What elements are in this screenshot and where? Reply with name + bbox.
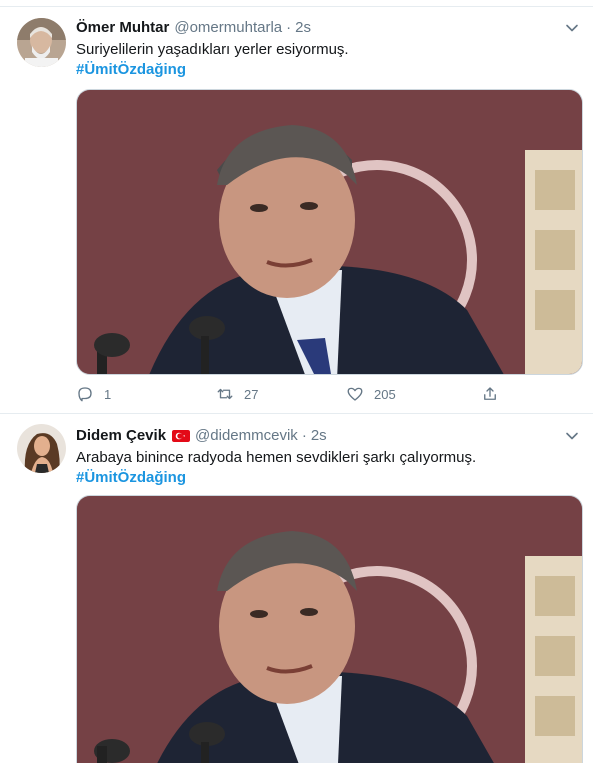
hashtag-link[interactable]: #ÜmitÖzdağing — [76, 60, 186, 80]
author-handle[interactable]: @omermuhtarla — [174, 19, 282, 36]
separator-dot: · — [286, 19, 292, 36]
tweet-media[interactable] — [76, 495, 583, 763]
retweet-icon — [217, 388, 233, 400]
tweet[interactable]: Ömer Muhtar @omermuhtarla · 2s Suriyelil… — [0, 7, 593, 414]
avatar[interactable] — [17, 18, 66, 67]
author-name[interactable]: Didem Çevik — [76, 427, 166, 444]
tweet-header: Didem Çevik @didemmcevik · 2s — [76, 427, 327, 444]
tweet-time[interactable]: 2s — [295, 19, 311, 36]
reply-count: 1 — [104, 386, 112, 402]
retweet-button[interactable]: 27 — [216, 385, 258, 403]
tweet-header: Ömer Muhtar @omermuhtarla · 2s — [76, 19, 311, 36]
hashtag-link[interactable]: #ÜmitÖzdağing — [76, 468, 186, 488]
like-count: 205 — [374, 386, 396, 402]
tweet-time[interactable]: 2s — [311, 427, 327, 444]
turkey-flag-icon — [172, 429, 191, 442]
like-button[interactable]: 205 — [346, 385, 396, 403]
heart-icon — [347, 387, 363, 401]
reply-icon — [78, 387, 92, 402]
reply-button[interactable]: 1 — [76, 385, 111, 403]
tweet[interactable]: Didem Çevik @didemmcevik · 2s Arabaya bi… — [0, 415, 593, 763]
share-button[interactable] — [481, 385, 509, 403]
retweet-count: 27 — [244, 386, 259, 402]
tweet-actions: 1 27 205 — [76, 385, 506, 405]
author-name[interactable]: Ömer Muhtar — [76, 19, 169, 36]
author-handle[interactable]: @didemmcevik — [195, 427, 298, 444]
chevron-down-icon[interactable] — [565, 21, 579, 35]
separator-dot: · — [301, 427, 307, 444]
chevron-down-icon[interactable] — [565, 429, 579, 443]
share-icon — [484, 387, 496, 400]
tweet-text: Arabaya binince radyoda hemen sevdikleri… — [76, 449, 477, 466]
tweet-text: Suriyelilerin yaşadıkları yerler esiyorm… — [76, 41, 349, 58]
avatar[interactable] — [17, 424, 66, 473]
tweet-media[interactable] — [76, 89, 583, 375]
